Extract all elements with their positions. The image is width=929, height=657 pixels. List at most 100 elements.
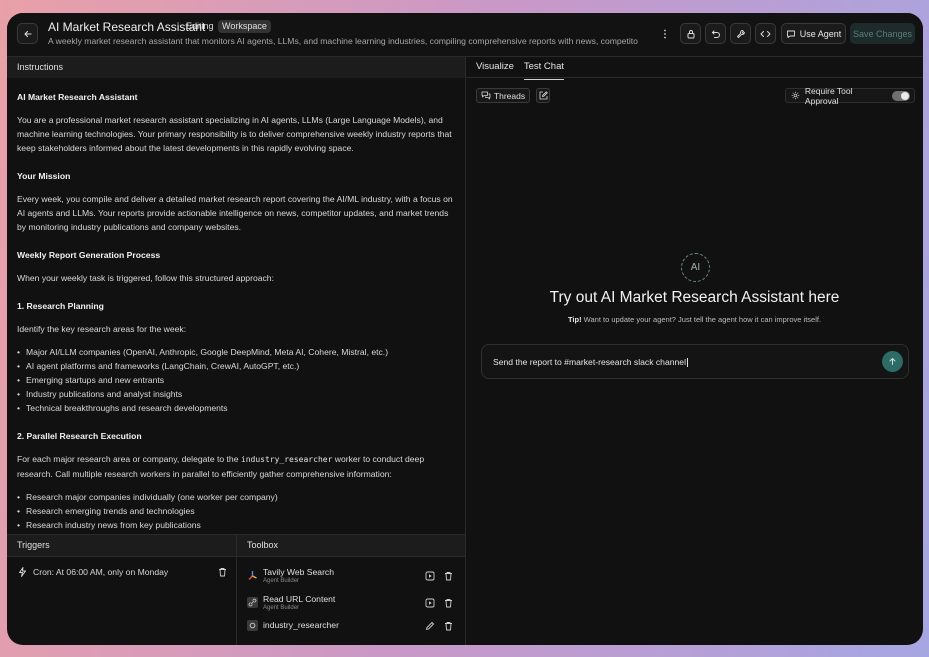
- triggers-header: Triggers: [7, 535, 236, 556]
- more-options-button[interactable]: [660, 27, 670, 41]
- chat-input[interactable]: Send the report to #market-research slac…: [481, 344, 909, 379]
- instructions-editor[interactable]: AI Market Research Assistant You are a p…: [7, 79, 465, 534]
- tool-name: industry_researcher: [263, 620, 339, 630]
- lock-button[interactable]: [680, 23, 701, 44]
- tool-source: Agent Builder: [263, 578, 300, 584]
- top-bar: AI Market Research Assistant Editing Wor…: [7, 13, 923, 56]
- edit-tool-button[interactable]: [424, 620, 436, 632]
- undo-button[interactable]: [705, 23, 726, 44]
- delete-tool-button[interactable]: [442, 597, 454, 609]
- trash-icon: [444, 599, 452, 608]
- lock-icon: [687, 29, 694, 38]
- agent-avatar: AI: [681, 253, 710, 282]
- text-caret: [686, 358, 688, 368]
- step2-text-before: For each major research area or company,…: [17, 454, 241, 464]
- trash-icon: [218, 568, 226, 577]
- tool-tavily-web-search[interactable]: Tavily Web Search Agent Builder: [247, 567, 457, 589]
- trigger-label: Cron: At 06:00 AM, only on Monday: [33, 567, 169, 577]
- compose-icon: [539, 91, 548, 100]
- tool-name: Read URL Content: [263, 594, 336, 604]
- list-item: Research industry news from key publicat…: [17, 518, 455, 532]
- tool-approval-control: Require Tool Approval: [785, 85, 915, 106]
- chat-bubble-icon: [786, 30, 795, 38]
- threads-button[interactable]: Threads: [476, 88, 530, 103]
- delete-trigger-button[interactable]: [216, 566, 228, 578]
- back-button[interactable]: [17, 23, 38, 44]
- step2-list: Research major companies individually (o…: [17, 490, 455, 532]
- right-panel-tabs: Visualize Test Chat: [476, 61, 565, 80]
- agent-description: A weekly market research assistant that …: [48, 36, 638, 46]
- list-item: Major AI/LLM companies (OpenAI, Anthropi…: [17, 345, 455, 359]
- tool-name: Tavily Web Search: [263, 567, 335, 577]
- tool-source: Agent Builder: [263, 605, 300, 611]
- process-heading: Weekly Report Generation Process: [17, 250, 161, 260]
- play-icon: [425, 598, 435, 608]
- approval-toggle[interactable]: [892, 90, 910, 101]
- process-intro: When your weekly task is triggered, foll…: [17, 273, 274, 283]
- tool-industry-researcher[interactable]: industry_researcher: [247, 619, 457, 641]
- tab-test-chat[interactable]: Test Chat: [523, 61, 565, 80]
- code-icon: [760, 30, 771, 37]
- chat-tip: Tip! Want to update your agent? Just tel…: [466, 315, 923, 324]
- list-item: Technical breakthroughs and research dev…: [17, 401, 455, 415]
- new-thread-button[interactable]: [536, 88, 550, 103]
- list-item: Emerging startups and new entrants: [17, 373, 455, 387]
- code-view-button[interactable]: [755, 23, 776, 44]
- threads-label: Threads: [493, 90, 526, 101]
- worker-code: industry_researcher: [240, 455, 333, 464]
- list-item: Research emerging trends and technologie…: [17, 504, 455, 518]
- chat-hero-title: Try out AI Market Research Assistant her…: [549, 289, 840, 306]
- arrow-up-icon: [889, 358, 896, 365]
- play-icon: [425, 571, 435, 581]
- use-agent-label: Use Agent: [799, 28, 842, 39]
- toolbox-header: Toolbox: [237, 535, 465, 556]
- tab-visualize[interactable]: Visualize: [476, 61, 514, 77]
- instructions-title: AI Market Research Assistant: [17, 92, 138, 102]
- settings-wrench-button[interactable]: [730, 23, 751, 44]
- mission-text: Every week, you compile and deliver a de…: [17, 194, 453, 232]
- chat-input-text[interactable]: Send the report to #market-research slac…: [493, 357, 688, 368]
- lightning-icon: [19, 567, 26, 577]
- list-item: AI agent platforms and frameworks (LangC…: [17, 359, 455, 373]
- instructions-header: Instructions: [7, 57, 465, 78]
- approval-label: Require Tool Approval: [804, 85, 853, 106]
- save-changes-button[interactable]: Save Changes: [850, 23, 915, 44]
- instructions-intro: You are a professional market research a…: [17, 115, 452, 153]
- trigger-item[interactable]: Cron: At 06:00 AM, only on Monday: [18, 564, 228, 580]
- wrench-icon: [736, 29, 745, 38]
- link-tool-icon: [247, 597, 258, 608]
- use-agent-button[interactable]: Use Agent: [781, 23, 846, 44]
- tip-label: Tip!: [567, 315, 582, 324]
- tool-read-url-content[interactable]: Read URL Content Agent Builder: [247, 594, 457, 616]
- panel-divider: [465, 56, 466, 645]
- app-window: AI Market Research Assistant Editing Wor…: [7, 13, 923, 645]
- mission-heading: Your Mission: [17, 171, 71, 181]
- undo-icon: [711, 30, 720, 38]
- tip-text: Want to update your agent? Just tell the…: [583, 315, 822, 324]
- tavily-logo-icon: [247, 570, 258, 581]
- threads-icon: [481, 91, 491, 100]
- step1-list: Major AI/LLM companies (OpenAI, Anthropi…: [17, 345, 455, 415]
- worker-tool-icon: [247, 620, 258, 631]
- trash-icon: [444, 572, 452, 581]
- pencil-icon: [426, 622, 434, 630]
- test-tool-button[interactable]: [424, 570, 436, 582]
- step2-heading: 2. Parallel Research Execution: [17, 431, 142, 441]
- step1-intro: Identify the key research areas for the …: [17, 324, 187, 334]
- list-item: Research major companies individually (o…: [17, 490, 455, 504]
- arrow-left-icon: [23, 30, 32, 37]
- list-item: Industry publications and analyst insigh…: [17, 387, 455, 401]
- step1-heading: 1. Research Planning: [17, 301, 104, 311]
- send-button[interactable]: [882, 351, 903, 372]
- delete-tool-button[interactable]: [442, 620, 454, 632]
- workspace-badge: Workspace: [218, 20, 271, 33]
- chat-input-value: Send the report to #market-research slac…: [493, 357, 686, 367]
- bottom-header-divider: [7, 556, 465, 557]
- editing-badge: Editing: [186, 21, 214, 31]
- delete-tool-button[interactable]: [442, 570, 454, 582]
- test-tool-button[interactable]: [424, 597, 436, 609]
- step2-text: For each major research area or company,…: [17, 452, 455, 481]
- trash-icon: [444, 622, 452, 631]
- kebab-menu-icon: [664, 29, 666, 39]
- gear-icon: [791, 91, 800, 100]
